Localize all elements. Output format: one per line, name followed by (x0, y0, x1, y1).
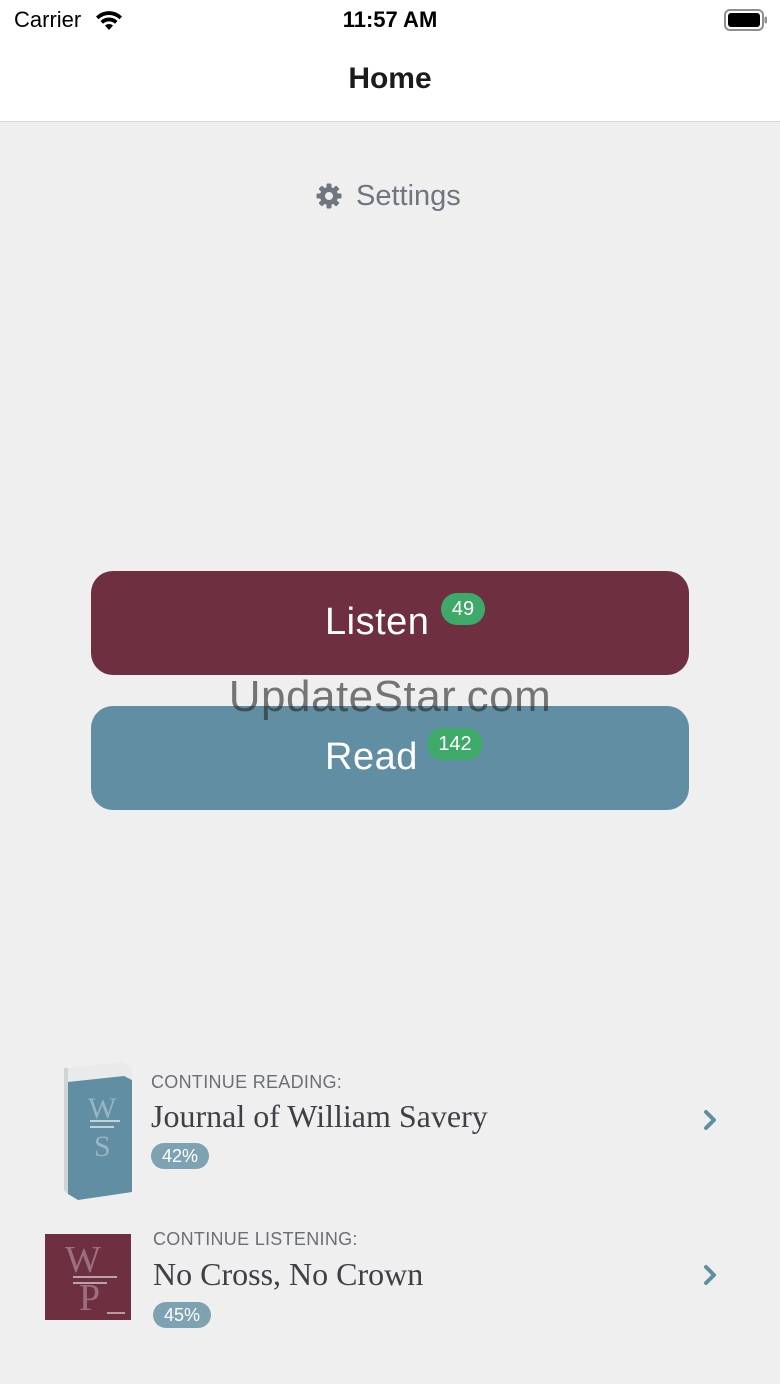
listen-button[interactable]: Listen 49 (91, 571, 689, 675)
gear-icon (316, 183, 342, 209)
svg-text:S: S (94, 1130, 111, 1163)
continue-reading-kicker: CONTINUE READING: (151, 1072, 343, 1092)
clock: 11:57 AM (342, 7, 438, 32)
reading-progress-badge: 42% (151, 1143, 210, 1169)
settings-label: Settings (356, 179, 461, 212)
continue-listening-row[interactable]: W P CONTINUE LISTENING: No Cross, No Cro… (0, 1226, 780, 1328)
audiobook-cover-image: W P (45, 1234, 131, 1320)
continue-listening-title: No Cross, No Crown (153, 1256, 424, 1292)
continue-reading-row[interactable]: W S CONTINUE READING: Journal of William… (0, 1052, 780, 1202)
top-bar: Carrier 11:57 AM Home (0, 0, 780, 122)
read-count-badge: 142 (427, 728, 483, 760)
book-cover-image: W S (64, 1062, 132, 1200)
svg-text:W: W (65, 1239, 101, 1281)
listening-progress-badge: 45% (153, 1302, 212, 1328)
listen-count-badge: 49 (441, 593, 485, 625)
audiobook-cover-art: W P (65, 1239, 125, 1319)
page-title: Home (348, 62, 432, 95)
continue-listening-kicker: CONTINUE LISTENING: (153, 1229, 358, 1249)
chevron-right-icon (704, 1110, 716, 1130)
continue-reading-title: Journal of William Savery (151, 1098, 488, 1134)
settings-button[interactable]: Settings (316, 178, 461, 214)
home-screen: Carrier 11:57 AM Home Settings Listen 49… (0, 0, 780, 1387)
read-label: Read (325, 736, 418, 778)
chevron-right-icon (704, 1265, 716, 1285)
read-button[interactable]: Read 142 (91, 706, 689, 810)
listen-label: Listen (325, 601, 430, 643)
battery-icon (724, 9, 767, 31)
